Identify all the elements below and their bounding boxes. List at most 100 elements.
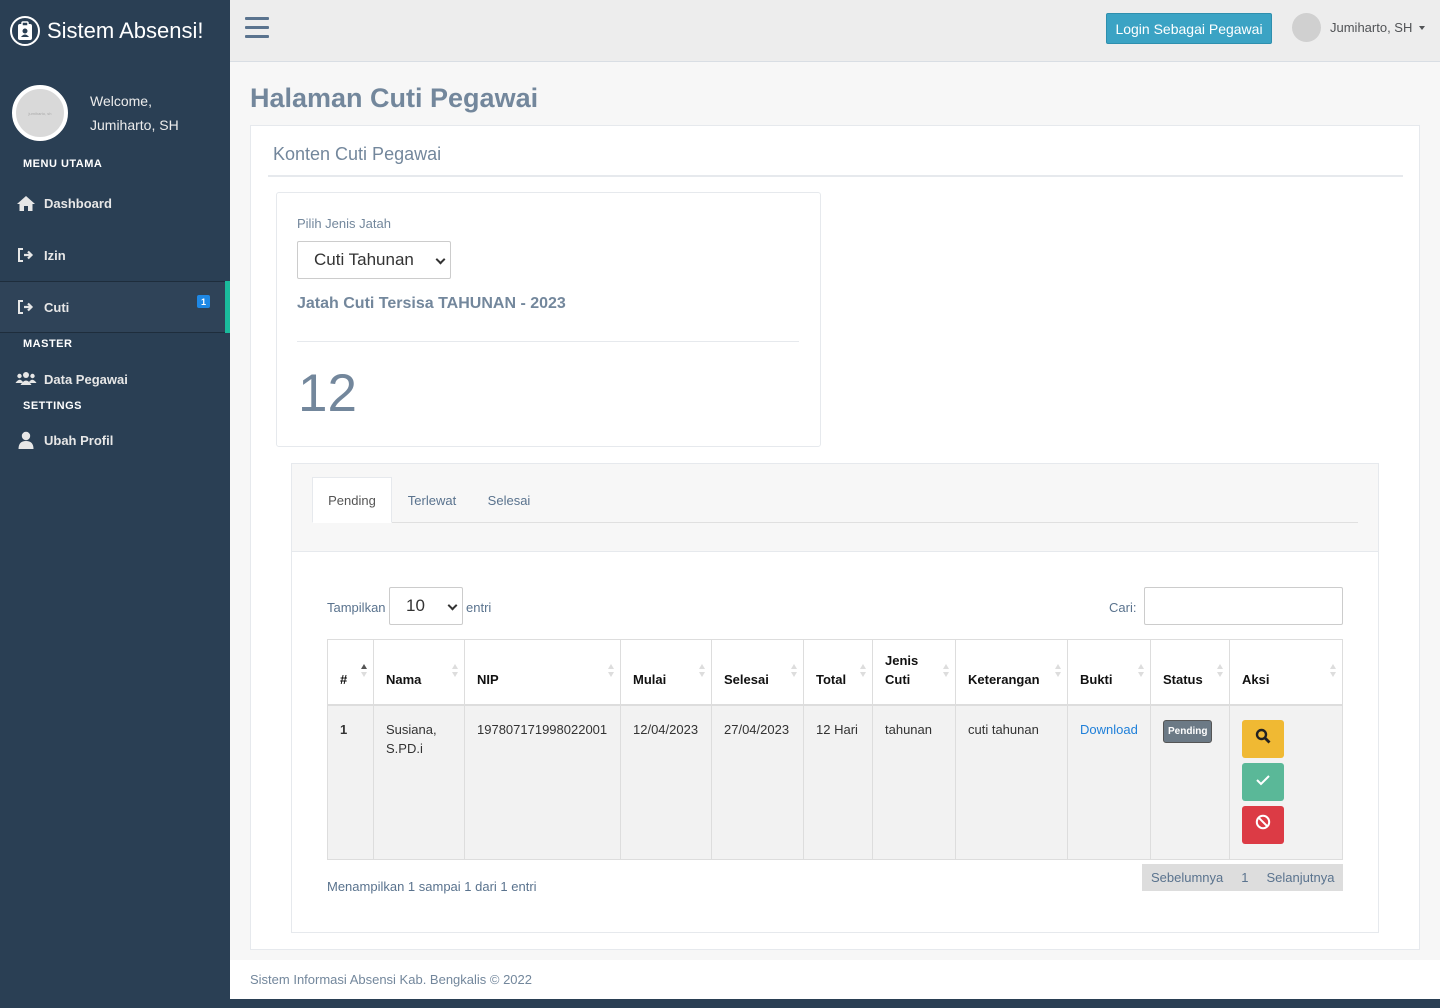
cell-mulai: 12/04/2023 xyxy=(620,704,712,860)
user-icon xyxy=(15,431,37,449)
sidebar-item-label: Izin xyxy=(44,247,66,263)
panel-title: Konten Cuti Pegawai xyxy=(273,144,442,164)
leave-tabs-panel: Pending Terlewat Selesai Tampilkan 10 en… xyxy=(291,463,1379,933)
sidebar-item-data-pegawai[interactable]: Data Pegawai xyxy=(0,353,230,405)
ban-icon xyxy=(1255,814,1271,835)
page-title: Halaman Cuti Pegawai xyxy=(250,83,539,113)
column-header-selesai[interactable]: Selesai xyxy=(711,639,804,706)
quota-type-select[interactable]: Cuti Tahunan xyxy=(297,241,451,279)
section-master: MASTER xyxy=(23,338,73,350)
pagination-prev[interactable]: Sebelumnya xyxy=(1142,870,1232,885)
sort-icon xyxy=(608,664,614,678)
entries-per-page-select[interactable]: 10 xyxy=(389,587,463,625)
sort-icon xyxy=(1217,664,1223,678)
column-header-keterangan[interactable]: Keterangan xyxy=(955,639,1068,706)
column-header-nama[interactable]: Nama xyxy=(373,639,465,706)
quota-heading: Jatah Cuti Tersisa TAHUNAN - 2023 xyxy=(297,295,566,312)
sort-icon xyxy=(1330,664,1336,678)
sidebar: Sistem Absensi! jumiharto, sh Welcome, J… xyxy=(0,0,230,1008)
column-header-total[interactable]: Total xyxy=(803,639,873,706)
cell-no: 1 xyxy=(327,704,374,860)
table-row: 1 Susiana, S.PD.i 197807171998022001 12/… xyxy=(327,704,1343,860)
tab-selesai[interactable]: Selesai xyxy=(473,477,545,523)
entries-per-page-value: 10 xyxy=(406,596,425,615)
chevron-down-icon xyxy=(447,600,458,611)
cell-bukti: Download xyxy=(1067,704,1151,860)
menu-toggle-icon[interactable] xyxy=(245,17,269,39)
sort-icon xyxy=(1138,664,1144,678)
tab-pending[interactable]: Pending xyxy=(312,477,392,523)
sidebar-item-cuti[interactable]: Cuti 1 xyxy=(0,281,230,333)
quota-type-value: Cuti Tahunan xyxy=(314,250,414,269)
reject-button[interactable] xyxy=(1242,805,1284,844)
sort-icon xyxy=(943,664,949,678)
column-header-status[interactable]: Status xyxy=(1150,639,1230,706)
sort-icon xyxy=(361,664,367,678)
sidebar-item-label: Cuti xyxy=(44,299,70,315)
sort-icon xyxy=(452,664,458,678)
sidebar-item-izin[interactable]: Izin xyxy=(0,229,230,281)
sign-out-icon xyxy=(15,247,37,263)
cell-total: 12 Hari xyxy=(803,704,873,860)
length-after-label: entri xyxy=(466,600,492,615)
cell-nip: 197807171998022001 xyxy=(464,704,621,860)
view-detail-button[interactable] xyxy=(1242,719,1284,758)
avatar: jumiharto, sh xyxy=(12,85,68,141)
brand-title: Sistem Absensi! xyxy=(47,18,204,43)
leave-quota-card: Pilih Jenis Jatah Cuti Tahunan Jatah Cut… xyxy=(276,192,821,447)
status-badge: Pending xyxy=(1163,719,1213,743)
column-header-jenis-cuti[interactable]: Jenis Cuti xyxy=(872,639,956,706)
sidebar-item-label: Data Pegawai xyxy=(44,371,128,387)
search-input[interactable] xyxy=(1144,587,1343,625)
cell-aksi xyxy=(1229,704,1343,860)
pagination-page-1[interactable]: 1 xyxy=(1232,870,1257,885)
user-dropdown[interactable]: Jumiharto, SH xyxy=(1292,13,1426,42)
sidebar-item-ubah-profil[interactable]: Ubah Profil xyxy=(0,414,230,466)
user-name: Jumiharto, SH xyxy=(1330,20,1413,35)
column-header-no[interactable]: # xyxy=(327,639,374,706)
login-as-employee-button[interactable]: Login Sebagai Pegawai xyxy=(1106,13,1272,44)
caret-down-icon xyxy=(1419,25,1426,30)
top-navbar: Login Sebagai Pegawai Jumiharto, SH xyxy=(230,0,1440,62)
footer-text: Sistem Informasi Absensi Kab. Bengkalis … xyxy=(250,972,533,987)
divider xyxy=(297,341,799,342)
chevron-down-icon xyxy=(435,254,446,265)
search-label: Cari: xyxy=(1109,600,1137,615)
avatar xyxy=(1292,13,1321,42)
footer: Sistem Informasi Absensi Kab. Bengkalis … xyxy=(230,960,1440,999)
approve-button[interactable] xyxy=(1242,762,1284,801)
check-icon xyxy=(1255,772,1271,791)
sidebar-item-label: Dashboard xyxy=(44,195,112,211)
table-header-row: # Nama NIP Mulai Selesai Total Jenis Cut… xyxy=(327,639,1343,706)
cell-keterangan: cuti tahunan xyxy=(955,704,1068,860)
cell-nama: Susiana, S.PD.i xyxy=(373,704,465,860)
profile-name: Jumiharto, SH xyxy=(90,117,179,133)
quota-type-label: Pilih Jenis Jatah xyxy=(297,216,391,231)
column-header-nip[interactable]: NIP xyxy=(464,639,621,706)
column-header-mulai[interactable]: Mulai xyxy=(620,639,712,706)
cell-jenis: tahunan xyxy=(872,704,956,860)
column-header-aksi[interactable]: Aksi xyxy=(1229,639,1343,706)
download-link[interactable]: Download xyxy=(1080,722,1138,737)
home-icon xyxy=(15,195,37,212)
sign-out-icon xyxy=(15,299,37,315)
section-menu-utama: MENU UTAMA xyxy=(23,158,103,170)
cell-status: Pending xyxy=(1150,704,1230,860)
table-info: Menampilkan 1 sampai 1 dari 1 entri xyxy=(327,879,537,894)
cell-selesai: 27/04/2023 xyxy=(711,704,804,860)
leave-table: # Nama NIP Mulai Selesai Total Jenis Cut… xyxy=(327,639,1343,860)
tab-terlewat[interactable]: Terlewat xyxy=(395,477,469,523)
sidebar-item-dashboard[interactable]: Dashboard xyxy=(0,177,230,229)
search-icon xyxy=(1255,728,1271,749)
welcome-text: Welcome, xyxy=(90,93,152,109)
sort-icon xyxy=(791,664,797,678)
brand[interactable]: Sistem Absensi! xyxy=(0,0,230,62)
pagination-next[interactable]: Selanjutnya xyxy=(1258,870,1344,885)
notification-badge: 1 xyxy=(197,295,210,308)
column-header-bukti[interactable]: Bukti xyxy=(1067,639,1151,706)
bottom-bar xyxy=(230,999,1440,1008)
users-icon xyxy=(15,371,37,387)
sidebar-item-label: Ubah Profil xyxy=(44,432,114,448)
avatar-caption: jumiharto, sh xyxy=(28,110,52,116)
content-panel: Konten Cuti Pegawai Pilih Jenis Jatah Cu… xyxy=(250,125,1420,950)
